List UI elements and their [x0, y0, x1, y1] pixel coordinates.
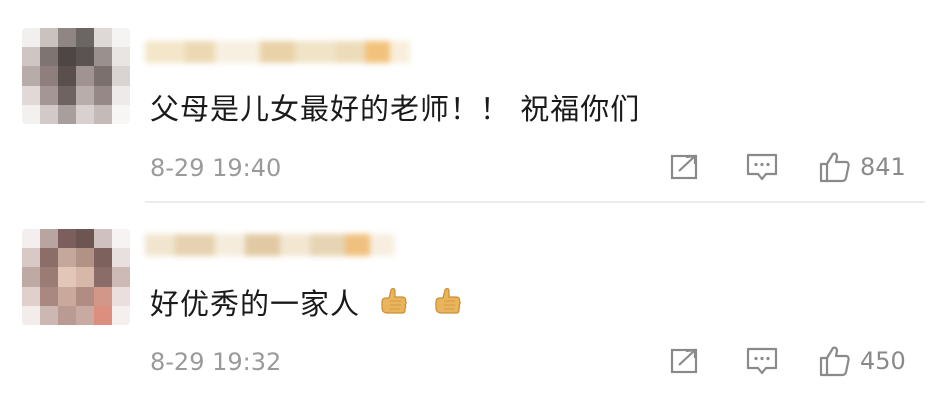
- share-icon: [670, 154, 698, 180]
- like-count: 841: [860, 153, 906, 181]
- share-icon: [670, 348, 698, 374]
- thumbs-up-emoji: [378, 286, 462, 327]
- thumbs-up-icon: [819, 152, 850, 183]
- comment-icon: [746, 347, 778, 375]
- like-button[interactable]: 841: [818, 150, 906, 184]
- like-count: 450: [860, 347, 906, 375]
- comment-item: 好优秀的一家人 8-29 19:32 450: [0, 203, 943, 403]
- comment-list: 父母是儿女最好的老师！！ 祝福你们 8-29 19:40 841 好优秀的一家人…: [0, 0, 943, 407]
- timestamp: 8-29 19:40: [150, 154, 282, 182]
- avatar[interactable]: [22, 229, 130, 325]
- comment-item: 父母是儿女最好的老师！！ 祝福你们 8-29 19:40 841: [0, 0, 943, 200]
- comment-icon: [746, 153, 778, 181]
- avatar[interactable]: [22, 28, 130, 124]
- comment-text: 好优秀的一家人: [150, 281, 462, 327]
- share-button[interactable]: [668, 344, 702, 378]
- comment-meta: 8-29 19:40 841: [150, 150, 913, 184]
- comment-text: 父母是儿女最好的老师！！ 祝福你们: [150, 92, 641, 126]
- reply-button[interactable]: [745, 344, 779, 378]
- username[interactable]: [145, 34, 410, 70]
- comment-meta: 8-29 19:32 450: [150, 344, 913, 378]
- comment-text-body: 好优秀的一家人: [150, 287, 361, 321]
- username[interactable]: [145, 227, 395, 263]
- thumbs-up-emoji-icon: [435, 287, 462, 314]
- reply-button[interactable]: [745, 150, 779, 184]
- timestamp: 8-29 19:32: [150, 348, 282, 376]
- thumbs-up-icon: [819, 346, 850, 377]
- thumbs-up-emoji-icon: [381, 287, 408, 314]
- like-button[interactable]: 450: [818, 344, 906, 378]
- share-button[interactable]: [668, 150, 702, 184]
